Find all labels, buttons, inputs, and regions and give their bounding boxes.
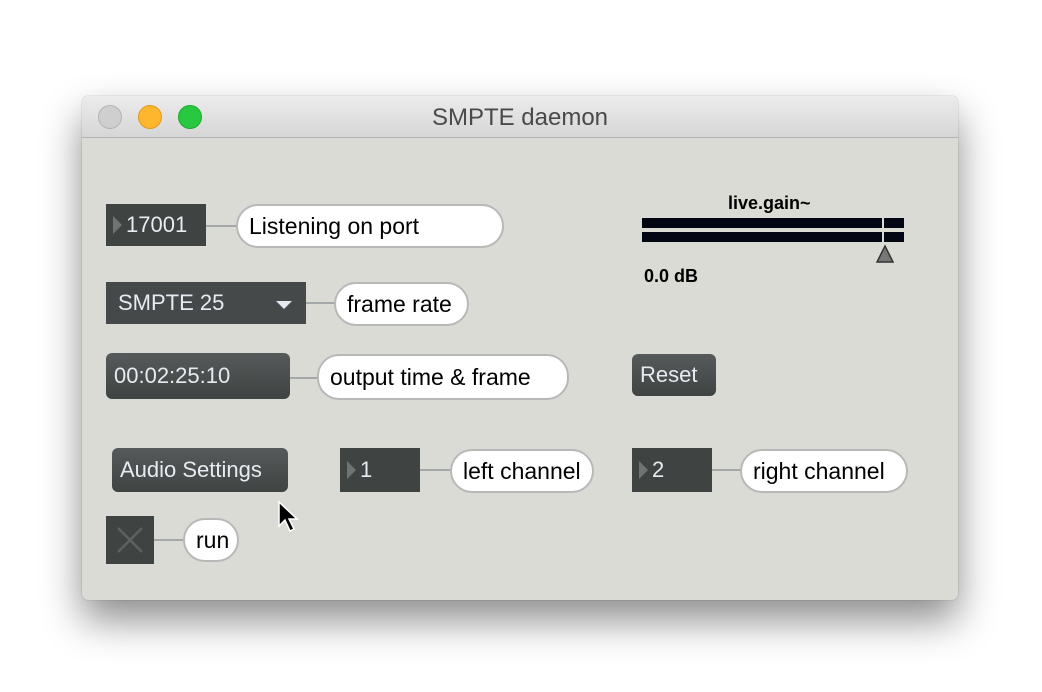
meter-right-headroom <box>884 232 904 242</box>
patcher-canvas: 17001 Listening on port SMPTE 25 frame r… <box>82 138 958 600</box>
left-channel-comment: left channel <box>450 449 594 493</box>
app-window: SMPTE daemon 17001 Listening on port SMP… <box>82 96 958 600</box>
gain-handle-icon[interactable] <box>875 244 895 264</box>
port-comment: Listening on port <box>236 204 504 248</box>
window-title: SMPTE daemon <box>431 104 609 131</box>
triangle-right-icon <box>639 461 648 479</box>
right-channel-comment: right channel <box>740 449 908 493</box>
frame-rate-selected: SMPTE 25 <box>118 290 225 315</box>
x-icon <box>117 527 143 553</box>
run-toggle[interactable] <box>106 516 154 564</box>
comment-connector <box>154 539 186 541</box>
meter-left <box>642 218 882 228</box>
gain-value: 0.0 dB <box>644 266 699 286</box>
left-channel-number-box[interactable]: 1 <box>340 448 420 492</box>
meter-right <box>642 232 882 242</box>
time-output-comment: output time & frame <box>317 354 569 400</box>
run-comment: run <box>183 518 239 562</box>
mouse-pointer-icon <box>278 500 299 533</box>
triangle-right-icon <box>347 461 356 479</box>
right-channel-value: 2 <box>652 457 665 482</box>
audio-settings-button[interactable]: Audio Settings <box>112 448 288 492</box>
time-output-display: 00:02:25:10 <box>106 353 290 399</box>
port-number-box[interactable]: 17001 <box>106 204 206 246</box>
title-bar[interactable]: SMPTE daemon <box>82 96 958 138</box>
port-value: 17001 <box>126 212 188 237</box>
frame-rate-dropdown[interactable]: SMPTE 25 <box>106 282 306 324</box>
frame-rate-comment: frame rate <box>334 282 469 326</box>
comment-connector <box>206 225 238 227</box>
triangle-right-icon <box>113 216 122 234</box>
reset-button[interactable]: Reset <box>632 354 716 396</box>
right-channel-number-box[interactable]: 2 <box>632 448 712 492</box>
meter-left-headroom <box>884 218 904 228</box>
left-channel-value: 1 <box>360 457 373 482</box>
comment-connector <box>420 469 454 471</box>
gain-title: live.gain~ <box>728 193 811 213</box>
chevron-down-icon <box>276 301 292 309</box>
